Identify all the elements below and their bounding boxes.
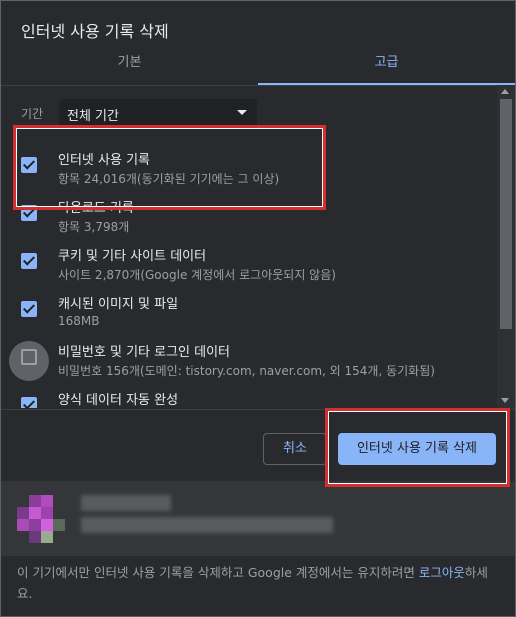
item-description: 항목 24,016개(동기화된 기기에는 그 이상) <box>58 172 280 186</box>
avatar <box>17 495 67 545</box>
item-download-history[interactable]: 다운로드 기록 항목 3,798개 <box>1 189 497 237</box>
account-name-blurred <box>81 495 171 511</box>
item-autofill[interactable]: 양식 데이터 자동 완성 <box>1 381 497 408</box>
dropdown-caret-icon <box>237 110 247 115</box>
browsing-history-checkbox[interactable] <box>21 157 37 173</box>
clear-data-button[interactable]: 인터넷 사용 기록 삭제 <box>338 433 496 465</box>
item-title: 인터넷 사용 기록 <box>58 153 150 168</box>
time-range-select[interactable]: 전체 기간 <box>59 99 257 127</box>
time-range-label: 기간 <box>21 107 44 121</box>
item-cached-files[interactable]: 캐시된 이미지 및 파일 168MB <box>1 285 497 333</box>
download-history-checkbox[interactable] <box>21 205 37 221</box>
item-passwords[interactable]: 비밀번호 및 기타 로그인 데이터 비밀번호 156개(도메인: tistory… <box>1 333 497 381</box>
account-section <box>1 481 515 556</box>
item-title: 다운로드 기록 <box>58 201 134 216</box>
time-range-value: 전체 기간 <box>67 109 119 124</box>
item-title: 비밀번호 및 기타 로그인 데이터 <box>58 345 231 360</box>
item-browsing-history[interactable]: 인터넷 사용 기록 항목 24,016개(동기화된 기기에는 그 이상) <box>1 141 497 189</box>
item-description: 항목 3,798개 <box>58 220 130 234</box>
tab-divider <box>1 85 515 86</box>
scroll-up-arrow-icon[interactable] <box>501 89 509 94</box>
passwords-checkbox[interactable] <box>21 349 37 365</box>
footer-note: 이 기기에서만 인터넷 사용 기록을 삭제하고 Google 계정에서는 유지하… <box>17 562 497 604</box>
tab-bar: 기본 고급 <box>1 45 515 86</box>
item-description: 168MB <box>58 314 100 328</box>
data-type-list: 인터넷 사용 기록 항목 24,016개(동기화된 기기에는 그 이상) 다운로… <box>1 141 497 408</box>
item-title: 캐시된 이미지 및 파일 <box>58 297 179 312</box>
account-email-blurred <box>81 517 333 533</box>
scroll-down-arrow-icon[interactable] <box>501 398 509 403</box>
autofill-checkbox[interactable] <box>21 397 37 408</box>
scroll-thumb[interactable] <box>500 99 512 329</box>
cookies-checkbox[interactable] <box>21 253 37 269</box>
clear-browsing-data-dialog: 인터넷 사용 기록 삭제 기본 고급 기간 전체 기간 인터넷 사용 기록 항목… <box>0 0 516 617</box>
tab-basic[interactable]: 기본 <box>1 45 258 83</box>
item-title: 쿠키 및 기타 사이트 데이터 <box>58 249 207 264</box>
dialog-title: 인터넷 사용 기록 삭제 <box>21 22 169 41</box>
footer-divider <box>1 409 515 410</box>
item-description: 비밀번호 156개(도메인: tistory.com, naver.com, 외… <box>58 364 435 378</box>
cancel-button[interactable]: 취소 <box>263 433 327 465</box>
item-description: 사이트 2,870개(Google 계정에서 로그아웃되지 않음) <box>58 268 336 282</box>
footer-note-text: 이 기기에서만 인터넷 사용 기록을 삭제하고 Google 계정에서는 유지하… <box>17 565 419 580</box>
tab-advanced[interactable]: 고급 <box>258 45 515 83</box>
cache-checkbox[interactable] <box>21 301 37 317</box>
item-title: 양식 데이터 자동 완성 <box>58 393 179 408</box>
list-scrollbar[interactable] <box>497 85 515 409</box>
sign-out-link[interactable]: 로그아웃 <box>419 565 465 580</box>
item-cookies[interactable]: 쿠키 및 기타 사이트 데이터 사이트 2,870개(Google 계정에서 로… <box>1 237 497 285</box>
